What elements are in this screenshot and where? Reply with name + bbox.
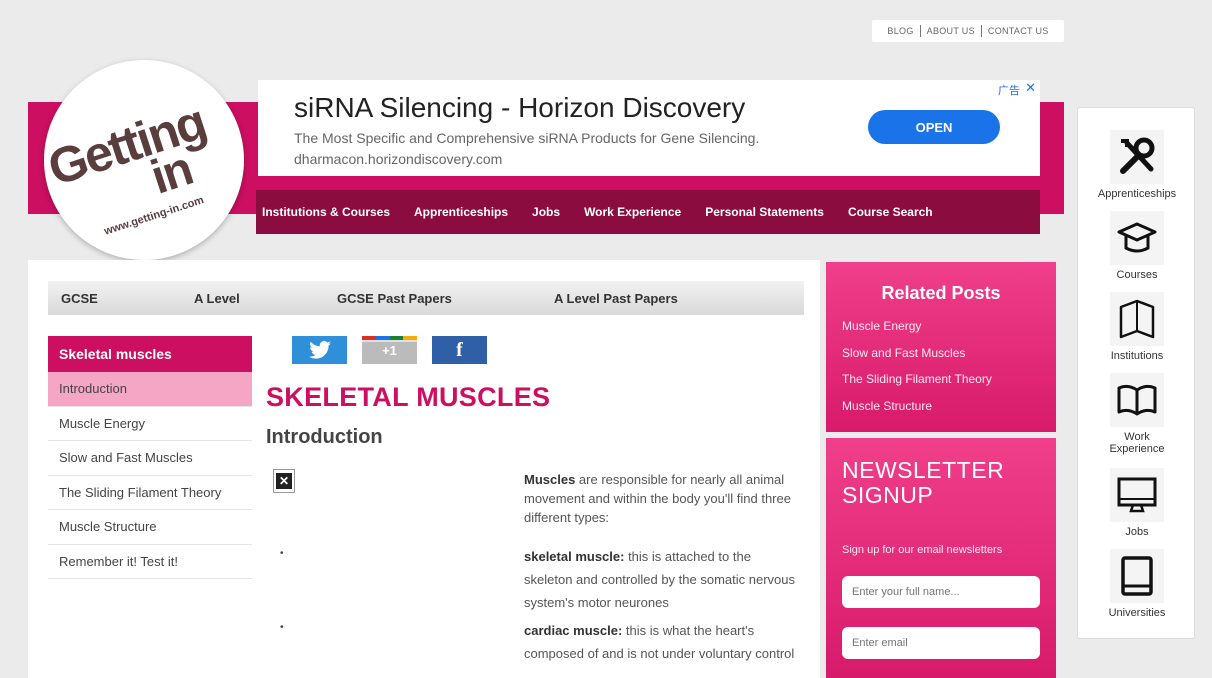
twitter-icon	[308, 341, 331, 359]
gplus-share-button[interactable]: +1	[362, 336, 417, 364]
related-link-slow-fast[interactable]: Slow and Fast Muscles	[842, 346, 965, 360]
facebook-share-button[interactable]: f	[432, 336, 487, 364]
book-open-icon	[1110, 292, 1164, 346]
broken-image-icon: ✕	[273, 469, 295, 493]
closed-book-icon	[1110, 549, 1164, 603]
nav-apprenticeships[interactable]: Apprenticeships	[414, 205, 508, 219]
side-menu-item-test[interactable]: Remember it! Test it!	[48, 545, 252, 579]
about-us-link[interactable]: ABOUT US	[921, 26, 981, 36]
subnav-a-level-past-papers[interactable]: A Level Past Papers	[554, 291, 678, 306]
intro-paragraph: Muscles are responsible for nearly all a…	[524, 470, 800, 527]
related-posts-panel: Related Posts Muscle Energy Slow and Fas…	[826, 262, 1056, 432]
sub-nav: GCSE A Level GCSE Past Papers A Level Pa…	[48, 281, 804, 315]
ad-description: The Most Specific and Comprehensive siRN…	[294, 130, 760, 146]
ad-badge: 广告	[998, 85, 1020, 97]
related-link-sliding-filament[interactable]: The Sliding Filament Theory	[842, 372, 992, 386]
iconbar-jobs[interactable]: Jobs	[1078, 468, 1196, 538]
facebook-icon: f	[456, 338, 463, 361]
iconbar-label: Courses	[1116, 269, 1158, 281]
side-menu-item-introduction[interactable]: Introduction	[48, 372, 252, 407]
side-menu-item-slow-fast[interactable]: Slow and Fast Muscles	[48, 441, 252, 476]
side-menu-title: Skeletal muscles	[48, 336, 252, 372]
bullet-marker: •	[280, 622, 284, 633]
logo-url: www.getting-in.com	[102, 194, 206, 238]
side-menu: Skeletal muscles Introduction Muscle Ene…	[48, 336, 252, 579]
top-links: BLOG ABOUT US CONTACT US	[872, 20, 1064, 42]
iconbar-courses[interactable]: Courses	[1078, 211, 1196, 281]
contact-us-link[interactable]: CONTACT US	[982, 26, 1055, 36]
ad-title[interactable]: siRNA Silencing - Horizon Discovery	[294, 92, 745, 124]
subnav-gcse-past-papers[interactable]: GCSE Past Papers	[337, 291, 452, 306]
related-posts-title: Related Posts	[881, 283, 1001, 303]
cardiac-bold: cardiac muscle:	[524, 623, 623, 638]
icon-sidebar: Apprenticeships Courses Institutions Wor…	[1077, 107, 1195, 639]
blog-link[interactable]: BLOG	[881, 26, 919, 36]
subnav-gcse[interactable]: GCSE	[61, 291, 98, 306]
skeletal-bold: skeletal muscle:	[524, 549, 625, 564]
newsletter-panel: NEWSLETTER SIGNUP Sign up for our email …	[826, 438, 1056, 678]
monitor-icon	[1110, 468, 1164, 522]
nav-personal-statements[interactable]: Personal Statements	[705, 205, 824, 219]
side-menu-item-sliding-filament[interactable]: The Sliding Filament Theory	[48, 476, 252, 510]
graduation-cap-icon	[1110, 211, 1164, 265]
iconbar-label-line1: Work	[1124, 431, 1150, 443]
gplus-color-bar	[362, 336, 417, 340]
subnav-a-level[interactable]: A Level	[194, 291, 240, 306]
iconbar-label-line2: Experience	[1109, 443, 1165, 455]
nav-work-experience[interactable]: Work Experience	[584, 205, 681, 219]
side-menu-item-muscle-structure[interactable]: Muscle Structure	[48, 510, 252, 545]
iconbar-label: Jobs	[1125, 526, 1149, 538]
iconbar-work-experience[interactable]: Work Experience	[1078, 373, 1196, 455]
ad-open-button[interactable]: OPEN	[868, 110, 1000, 144]
ad-close-icon[interactable]: ✕	[1025, 80, 1036, 96]
ad-banner[interactable]: siRNA Silencing - Horizon Discovery The …	[258, 80, 1040, 176]
site-logo[interactable]: Getting in www.getting-in.com	[44, 60, 244, 260]
article-title: SKELETAL MUSCLES	[266, 382, 551, 412]
tools-icon	[1110, 130, 1164, 184]
newsletter-name-input[interactable]	[842, 576, 1040, 608]
gplus-icon: +1	[382, 342, 397, 358]
iconbar-label: Apprenticeships	[1097, 188, 1177, 200]
iconbar-label: Work Experience	[1078, 431, 1196, 455]
iconbar-institutions[interactable]: Institutions	[1078, 292, 1196, 362]
twitter-share-button[interactable]	[292, 336, 347, 364]
newsletter-title-line1: NEWSLETTER	[842, 457, 1005, 483]
bullet-marker: •	[280, 548, 284, 559]
article-subtitle: Introduction	[266, 426, 383, 448]
newsletter-title-line2: SIGNUP	[842, 482, 934, 508]
book-icon	[1110, 373, 1164, 427]
newsletter-subtitle: Sign up for our email newsletters	[842, 544, 1003, 556]
cardiac-paragraph: cardiac muscle: this is what the heart's…	[524, 619, 800, 665]
newsletter-title: NEWSLETTER SIGNUP	[842, 458, 1004, 508]
related-link-muscle-structure[interactable]: Muscle Structure	[842, 399, 932, 413]
ad-url[interactable]: dharmacon.horizondiscovery.com	[294, 151, 502, 167]
main-nav: Institutions & Courses Apprenticeships J…	[256, 190, 1040, 234]
iconbar-label: Universities	[1108, 607, 1166, 619]
skeletal-paragraph: skeletal muscle: this is attached to the…	[524, 545, 800, 614]
iconbar-label: Institutions	[1110, 350, 1164, 362]
iconbar-universities[interactable]: Universities	[1078, 549, 1196, 619]
side-menu-item-muscle-energy[interactable]: Muscle Energy	[48, 407, 252, 441]
intro-bold: Muscles	[524, 472, 576, 487]
iconbar-apprenticeships[interactable]: Apprenticeships	[1078, 130, 1196, 200]
newsletter-email-input[interactable]	[842, 627, 1040, 659]
nav-jobs[interactable]: Jobs	[532, 205, 560, 219]
related-link-muscle-energy[interactable]: Muscle Energy	[842, 319, 921, 333]
nav-course-search[interactable]: Course Search	[848, 205, 933, 219]
nav-institutions-courses[interactable]: Institutions & Courses	[262, 205, 390, 219]
